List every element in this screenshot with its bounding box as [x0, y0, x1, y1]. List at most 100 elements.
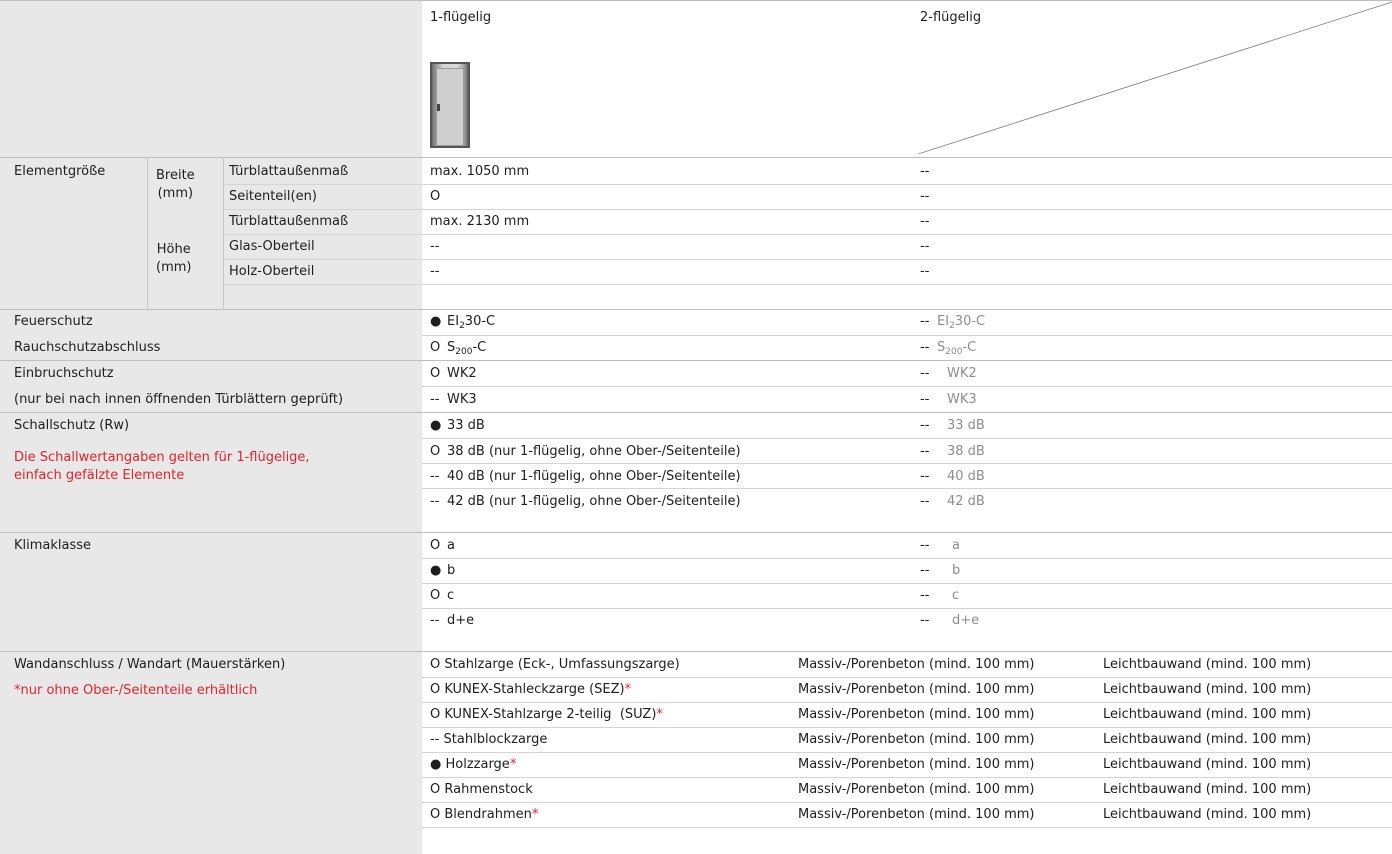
value-1-wing: 33 dB	[447, 418, 485, 433]
wall-massive: Massiv-/Porenbeton (mind. 100 mm)	[798, 707, 1035, 722]
value-2-wing: --	[920, 239, 930, 254]
dash-icon: --	[430, 392, 440, 407]
divider	[223, 184, 1392, 185]
value-2-wing: 38 dB	[947, 444, 985, 459]
divider	[422, 438, 1392, 439]
value-1-wing: WK3	[447, 392, 477, 407]
value-1-wing: --	[430, 239, 440, 254]
wall-lightweight: Leichtbauwand (mind. 100 mm)	[1103, 682, 1312, 697]
divider	[0, 309, 1392, 310]
divider	[422, 558, 1392, 559]
open-circle-icon: O	[430, 588, 441, 603]
filled-circle-icon: ●	[430, 563, 442, 578]
divider	[422, 802, 1392, 803]
value-1-wing: 42 dB (nur 1-flügelig, ohne Ober-/Seiten…	[447, 494, 741, 509]
frame-type: O KUNEX-Stahlzarge 2-teilig (SUZ)*	[430, 707, 663, 722]
frame-type: O Stahlzarge (Eck-, Umfassungszarge)	[430, 657, 680, 672]
dash-icon: --	[920, 444, 930, 459]
divider	[223, 209, 1392, 210]
divider	[422, 752, 1392, 753]
frame-type: O Blendrahmen*	[430, 807, 539, 822]
value-2-wing: 42 dB	[947, 494, 985, 509]
sub-label-height: Höhe (mm)	[156, 242, 192, 275]
value-1-wing: d+e	[447, 613, 475, 628]
open-circle-icon: O	[430, 340, 441, 355]
wall-lightweight: Leichtbauwand (mind. 100 mm)	[1103, 757, 1312, 772]
divider	[422, 386, 1392, 387]
value-1-wing: 40 dB (nur 1-flügelig, ohne Ober-/Seiten…	[447, 469, 741, 484]
divider	[422, 727, 1392, 728]
wall-lightweight: Leichtbauwand (mind. 100 mm)	[1103, 732, 1312, 747]
value-1-wing: WK2	[447, 366, 477, 381]
value-1-wing: 38 dB (nur 1-flügelig, ohne Ober-/Seiten…	[447, 444, 741, 459]
wall-note: *nur ohne Ober-/Seitenteile erhältlich	[14, 683, 258, 698]
column-header-1-wing: 1-flügelig	[430, 10, 492, 25]
value-2-wing: b	[952, 563, 961, 578]
door-1-wing-icon	[430, 62, 470, 148]
dash-icon: --	[430, 613, 440, 628]
sub-label-width: Breite (mm)	[156, 168, 195, 201]
wall-lightweight: Leichtbauwand (mind. 100 mm)	[1103, 807, 1312, 822]
dash-icon: --	[920, 538, 930, 553]
value-2-wing: --	[920, 164, 930, 179]
dash-icon: --	[920, 563, 930, 578]
dash-icon: --	[920, 613, 930, 628]
dash-icon: --	[430, 469, 440, 484]
row-label-burglary-note: (nur bei nach innen öffnenden Türblätter…	[14, 392, 344, 407]
value-1-wing: max. 1050 mm	[430, 164, 530, 179]
divider	[422, 677, 1392, 678]
row-label-sound: Schallschutz (Rw)	[14, 418, 130, 433]
row-label: Glas-Oberteil	[229, 239, 315, 254]
value-fire-class-2-wing: EI230-C	[937, 314, 986, 331]
dash-icon: --	[920, 314, 930, 329]
value-2-wing: --	[920, 264, 930, 279]
divider	[0, 360, 1392, 361]
value-1-wing: b	[447, 563, 456, 578]
value-1-wing: O	[430, 189, 441, 204]
divider	[223, 157, 224, 309]
wall-lightweight: Leichtbauwand (mind. 100 mm)	[1103, 782, 1312, 797]
value-2-wing: d+e	[952, 613, 980, 628]
value-2-wing: a	[952, 538, 960, 553]
dash-icon: --	[920, 494, 930, 509]
value-1-wing: a	[447, 538, 455, 553]
open-circle-icon: O	[430, 444, 441, 459]
dash-icon: --	[920, 588, 930, 603]
value-1-wing: --	[430, 264, 440, 279]
value-fire-class: EI230-C	[447, 314, 496, 331]
divider	[147, 157, 148, 309]
frame-type: O Rahmenstock	[430, 782, 533, 797]
row-label: Türblattaußenmaß	[229, 164, 349, 179]
divider	[223, 284, 1392, 285]
sound-note: Die Schallwertangaben gelten für 1-flüge…	[14, 450, 310, 483]
frame-type: O KUNEX-Stahleckzarge (SEZ)*	[430, 682, 632, 697]
not-available-diagonal	[918, 1, 1392, 155]
row-label-climate: Klimaklasse	[14, 538, 92, 553]
divider	[0, 412, 1392, 413]
divider	[223, 259, 1392, 260]
row-label-smoke-protection: Rauchschutzabschluss	[14, 340, 161, 355]
divider	[422, 608, 1392, 609]
dash-icon: --	[920, 392, 930, 407]
value-2-wing: --	[920, 189, 930, 204]
divider	[0, 532, 1392, 533]
divider	[0, 651, 1392, 652]
divider	[422, 335, 1392, 336]
divider	[422, 488, 1392, 489]
group-label-element-size: Elementgröße	[14, 164, 106, 179]
value-1-wing: c	[447, 588, 455, 603]
open-circle-icon: O	[430, 366, 441, 381]
divider	[422, 583, 1392, 584]
value-smoke-class: S200-C	[447, 340, 487, 357]
row-label: Holz-Oberteil	[229, 264, 315, 279]
value-2-wing: WK2	[947, 366, 977, 381]
value-2-wing: c	[952, 588, 960, 603]
frame-type: -- Stahlblockzarge	[430, 732, 548, 747]
value-1-wing: max. 2130 mm	[430, 214, 530, 229]
wall-massive: Massiv-/Porenbeton (mind. 100 mm)	[798, 682, 1035, 697]
row-label: Türblattaußenmaß	[229, 214, 349, 229]
dash-icon: --	[920, 366, 930, 381]
divider	[422, 777, 1392, 778]
value-2-wing: --	[920, 214, 930, 229]
wall-massive: Massiv-/Porenbeton (mind. 100 mm)	[798, 732, 1035, 747]
